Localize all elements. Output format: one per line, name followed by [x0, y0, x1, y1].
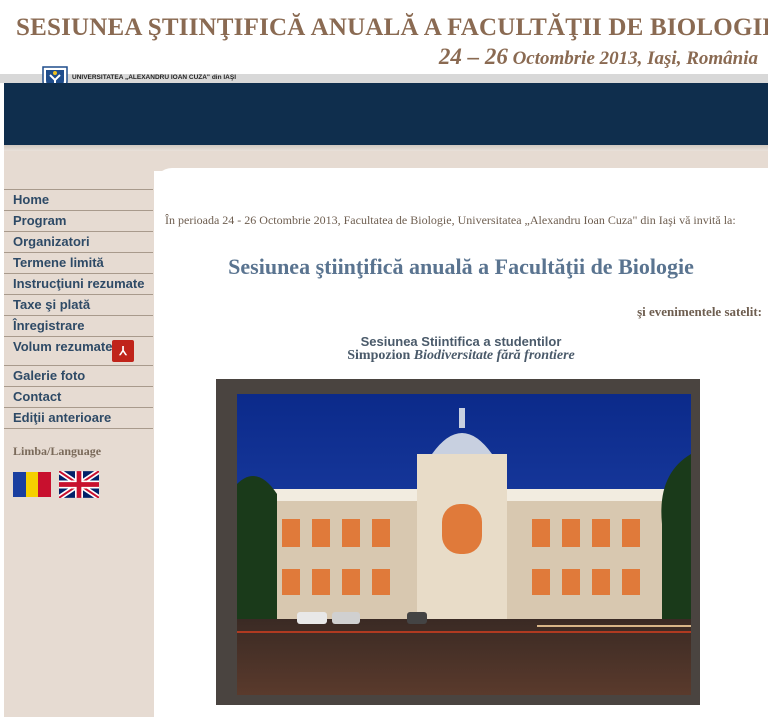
pdf-icon[interactable]: ⅄ — [112, 340, 134, 362]
site-title: SESIUNEA ŞTIINŢIFICĂ ANUALĂ A FACULTĂŢII… — [16, 14, 768, 41]
symposium-prefix: Simpozion — [347, 348, 414, 363]
nav-item-inregistrare[interactable]: Înregistrare — [4, 315, 153, 336]
satellite-events-label: şi evenimentele satelit: — [637, 304, 762, 319]
page-heading: Sesiunea ştiinţifică anuală a Facultăţii… — [228, 254, 694, 279]
university-building-photo — [237, 394, 691, 695]
main-nav: Home Program Organizatori Termene limită… — [4, 189, 153, 429]
symposium-name: Biodiversitate fără frontiere — [413, 348, 575, 363]
nav-item-instructiuni-rezumate[interactable]: Instrucţiuni rezumate — [4, 273, 153, 294]
intro-text: În perioada 24 - 26 Octombrie 2013, Facu… — [165, 213, 736, 227]
nav-item-termene-limita[interactable]: Termene limită — [4, 252, 153, 273]
nav-item-volum-rezumate[interactable]: Volum rezumate ⅄ — [4, 336, 153, 365]
nav-item-program[interactable]: Program — [4, 210, 153, 231]
student-session-title: Sesiunea Stiintifica a studentilor — [360, 334, 562, 349]
header: SESIUNEA ŞTIINŢIFICĂ ANUALĂ A FACULTĂŢII… — [0, 0, 768, 80]
nav-item-contact[interactable]: Contact — [4, 386, 153, 407]
romanian-flag-icon[interactable] — [13, 472, 52, 497]
header-banner — [4, 83, 768, 145]
nav-item-volum-rezumate-label: Volum rezumate — [13, 339, 113, 354]
language-label: Limba/Language — [13, 444, 102, 458]
symposium-title: Simpozion Biodiversitate fără frontiere — [154, 348, 768, 364]
nav-item-organizatori[interactable]: Organizatori — [4, 231, 153, 252]
event-dates: 24 – 26 Octombrie 2013, Iaşi, România — [439, 44, 758, 70]
nav-item-taxe-si-plata[interactable]: Taxe şi plată — [4, 294, 153, 315]
nav-item-galerie-foto[interactable]: Galerie foto — [4, 365, 153, 386]
dates-range: 24 – 26 — [438, 44, 508, 69]
nav-item-home[interactable]: Home — [4, 189, 153, 210]
university-name: UNIVERSITATEA „ALEXANDRU IOAN CUZA" din … — [72, 74, 237, 81]
dates-place: Octombrie 2013, Iaşi, România — [507, 48, 758, 69]
uk-flag-icon[interactable] — [59, 471, 99, 498]
nav-item-editii-anterioare[interactable]: Ediţii anterioare — [4, 407, 153, 429]
